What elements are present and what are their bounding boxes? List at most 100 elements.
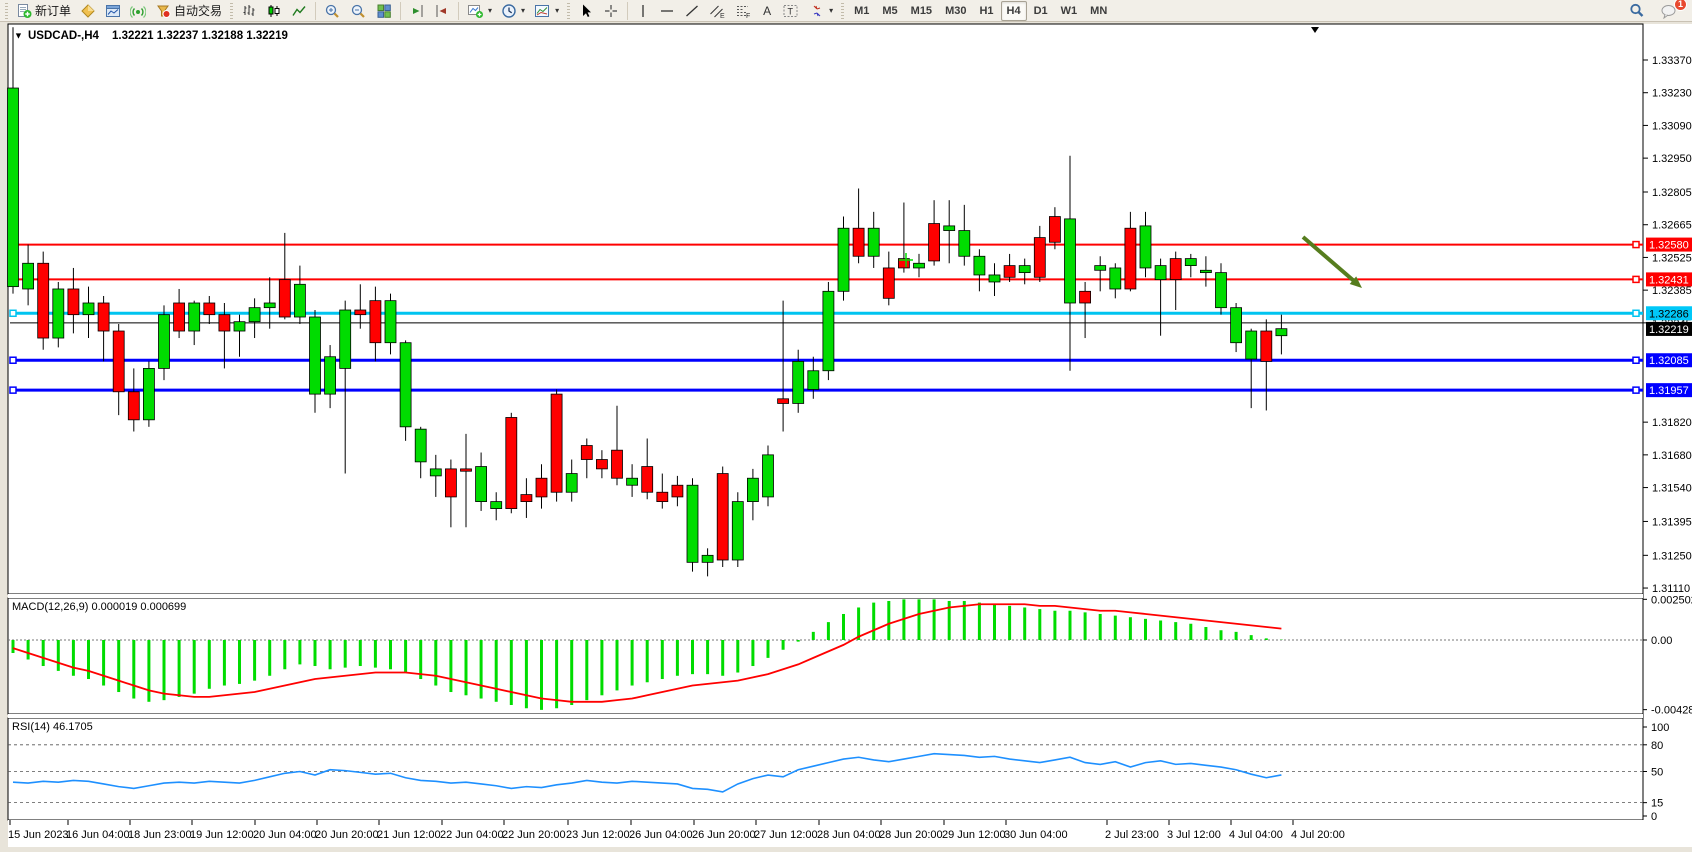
candle-bear [853, 228, 864, 256]
chart-window-icon [105, 3, 121, 19]
toolbar-grip[interactable] [841, 3, 844, 19]
hline-handle[interactable] [1633, 242, 1639, 248]
time-tick-label: 4 Jul 20:00 [1291, 829, 1345, 841]
candle-bull [1065, 219, 1076, 303]
candle-bear [1034, 238, 1045, 278]
candle-bear [929, 224, 940, 261]
fibonacci-button[interactable]: F [731, 1, 756, 21]
hline-price-badge-text: 1.32580 [1649, 240, 1689, 252]
candlestick-button[interactable] [262, 1, 286, 21]
candle-bull [944, 226, 955, 231]
hline-handle[interactable] [10, 387, 16, 393]
tile-windows-button[interactable] [372, 1, 396, 21]
candle-bull [732, 502, 743, 560]
indicators-button[interactable]: ▾ [463, 1, 496, 21]
label-button[interactable]: T [778, 1, 804, 21]
price-tick-label: 1.32665 [1652, 220, 1692, 232]
price-tick-label: 1.31110 [1652, 583, 1690, 595]
chart-canvas[interactable]: ▼USDCAD-,H41.32221 1.32237 1.32188 1.322… [0, 22, 1692, 847]
hline-handle[interactable] [10, 357, 16, 363]
timeframe-m15-button[interactable]: M15 [905, 1, 938, 21]
timeframe-h1-button[interactable]: H1 [973, 1, 999, 21]
toolbar-grip[interactable] [567, 3, 570, 19]
timeframe-d1-button[interactable]: D1 [1028, 1, 1054, 21]
line-chart-button[interactable] [287, 1, 311, 21]
candle-bear [461, 469, 472, 471]
timeframe-m5-button[interactable]: M5 [876, 1, 903, 21]
trendline-button[interactable] [680, 1, 704, 21]
toolbar-grip[interactable] [230, 3, 233, 19]
timeframe-mn-button[interactable]: MN [1084, 1, 1113, 21]
candle-bear [279, 280, 290, 317]
panel-splitter[interactable] [8, 594, 1643, 598]
hline-handle[interactable] [1633, 387, 1639, 393]
candle-bull [294, 284, 305, 317]
autotrade-button[interactable]: 自动交易 [151, 1, 226, 21]
candle-bull [989, 275, 1000, 282]
candle-bull [1019, 266, 1030, 273]
zoom-out-button[interactable] [346, 1, 371, 21]
cursor-button[interactable] [574, 1, 598, 21]
signals-button[interactable] [126, 1, 150, 21]
hline-handle[interactable] [1633, 310, 1639, 316]
time-tick-label: 16 Jun 04:00 [66, 829, 130, 841]
channel-button[interactable]: E [705, 1, 730, 21]
timeframe-h4-button[interactable]: H4 [1001, 1, 1027, 21]
hline-handle[interactable] [10, 310, 16, 316]
bar-chart-button[interactable] [237, 1, 261, 21]
mql-market-button[interactable] [76, 1, 100, 21]
price-tick-label: 1.33090 [1652, 120, 1692, 132]
periods-button[interactable]: ▾ [497, 1, 529, 21]
candle-bull [566, 474, 577, 493]
price-tick-label: 1.31250 [1652, 550, 1692, 562]
chart-shift-button[interactable] [430, 1, 454, 21]
candle-bear [1080, 291, 1091, 303]
new-order-button[interactable]: 新订单 [12, 1, 75, 21]
candle-bull [1276, 329, 1287, 336]
toolbar-grip[interactable] [5, 3, 8, 19]
candle-bull [476, 467, 487, 502]
search-button[interactable] [1624, 1, 1650, 21]
candle-bear [778, 399, 789, 404]
candle-bear [521, 495, 532, 502]
panel-splitter[interactable] [8, 714, 1643, 718]
hline-handle[interactable] [1633, 276, 1639, 282]
candle-bull [310, 317, 321, 394]
cursor-icon [578, 3, 594, 19]
timeframe-m30-button[interactable]: M30 [939, 1, 972, 21]
chart-title-ohlc: 1.32221 1.32237 1.32188 1.32219 [112, 30, 288, 42]
candle-bull [1200, 270, 1211, 272]
candle-bear [581, 446, 592, 460]
candle-bull [249, 308, 260, 322]
candle-bull [1246, 331, 1257, 359]
candle-bear [1125, 228, 1136, 289]
chart-window-button[interactable] [101, 1, 125, 21]
hline-handle[interactable] [1633, 357, 1639, 363]
auto-scroll-button[interactable] [405, 1, 429, 21]
candle-bull [83, 303, 94, 315]
timeframe-m1-button[interactable]: M1 [848, 1, 875, 21]
text-button[interactable]: A [757, 1, 777, 21]
bid-price-badge-text: 1.32219 [1649, 324, 1689, 336]
timeframe-w1-button[interactable]: W1 [1055, 1, 1084, 21]
svg-text:T: T [788, 6, 794, 16]
notifications-button[interactable]: 1 [1656, 1, 1682, 21]
price-tick-label: 1.31540 [1652, 483, 1692, 495]
periods-icon [501, 3, 517, 19]
fibo-suffix: F [746, 13, 750, 19]
vertical-line-button[interactable] [632, 1, 654, 21]
crosshair-button[interactable] [599, 1, 623, 21]
zoom-in-button[interactable] [320, 1, 345, 21]
arrows-button[interactable]: ▾ [805, 1, 837, 21]
label-icon: T [782, 3, 800, 19]
chart-window[interactable]: ▼USDCAD-,H41.32221 1.32237 1.32188 1.322… [0, 22, 1692, 847]
candle-bear [536, 478, 547, 497]
candle-bull [974, 256, 985, 275]
rsi-panel[interactable] [8, 718, 1643, 820]
horizontal-line-button[interactable] [655, 1, 679, 21]
collapse-icon[interactable]: ▼ [14, 31, 23, 41]
candle-bull [1110, 268, 1121, 289]
zoom-out-icon [350, 3, 367, 19]
templates-button[interactable]: ▾ [530, 1, 563, 21]
time-tick-label: 20 Jun 04:00 [253, 829, 317, 841]
